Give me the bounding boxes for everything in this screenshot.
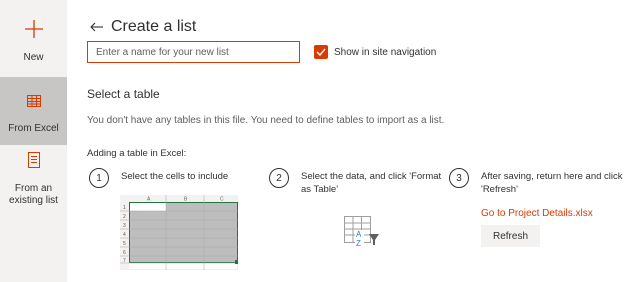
page-header: Create a list: [90, 18, 196, 36]
rail-item-from-existing-list-label: From an existing list: [9, 183, 58, 206]
step-text: After saving, return here and click 'Ref…: [481, 171, 623, 195]
column-header-c: C: [220, 197, 224, 203]
step-2: 2 Select the data, and click 'Format as …: [269, 168, 444, 196]
section-title: Select a table: [87, 87, 160, 101]
show-in-navigation-checkbox[interactable]: [314, 45, 328, 59]
sort-letter-z: Z: [356, 239, 361, 248]
sort-letter-a: A: [356, 230, 362, 239]
rail-item-new[interactable]: New: [0, 20, 67, 68]
step-number: 1: [89, 168, 109, 188]
step-number: 2: [269, 168, 289, 188]
show-in-navigation-option[interactable]: Show in site navigation: [314, 45, 436, 59]
row-header: 4: [123, 232, 126, 238]
section-description: You don't have any tables in this file. …: [87, 115, 445, 126]
row-header: 7: [123, 258, 126, 264]
rail-item-new-label: New: [23, 52, 44, 63]
section-subtitle: Adding a table in Excel:: [87, 148, 187, 159]
rail-item-from-existing-list[interactable]: From an existing list: [0, 152, 67, 212]
list-name-input[interactable]: [87, 41, 300, 63]
page-title: Create a list: [111, 18, 197, 35]
back-arrow-icon[interactable]: [90, 19, 103, 35]
checkmark-icon: [316, 48, 326, 56]
refresh-button[interactable]: Refresh: [481, 225, 540, 247]
plus-icon: [24, 20, 43, 43]
step-text: Select the data, and click 'Format as Ta…: [301, 171, 442, 195]
open-project-file-link[interactable]: Go to Project Details.xlsx: [481, 208, 593, 219]
rail-item-from-excel[interactable]: From Excel: [0, 77, 67, 145]
show-in-navigation-label: Show in site navigation: [334, 46, 437, 58]
table-sort-icon: A Z: [344, 216, 379, 248]
table-grid-icon: [26, 94, 41, 112]
step-text: Select the cells to include: [121, 171, 229, 182]
row-header: 6: [123, 250, 126, 256]
row-header: 5: [123, 241, 126, 247]
rail-item-from-excel-label: From Excel: [8, 123, 59, 134]
document-list-icon: [27, 152, 40, 173]
step-1: 1 Select the cells to include: [89, 168, 228, 188]
step-3: 3 After saving, return here and click 'R…: [449, 168, 624, 196]
row-header: 2: [123, 214, 126, 220]
spreadsheet-illustration: A B C 1 2 3 4 5 6 7: [120, 195, 238, 270]
row-header: 1: [123, 205, 126, 211]
row-header: 3: [123, 223, 126, 229]
left-rail: New From Excel From an existing list: [0, 0, 67, 282]
step-number: 3: [449, 168, 469, 188]
